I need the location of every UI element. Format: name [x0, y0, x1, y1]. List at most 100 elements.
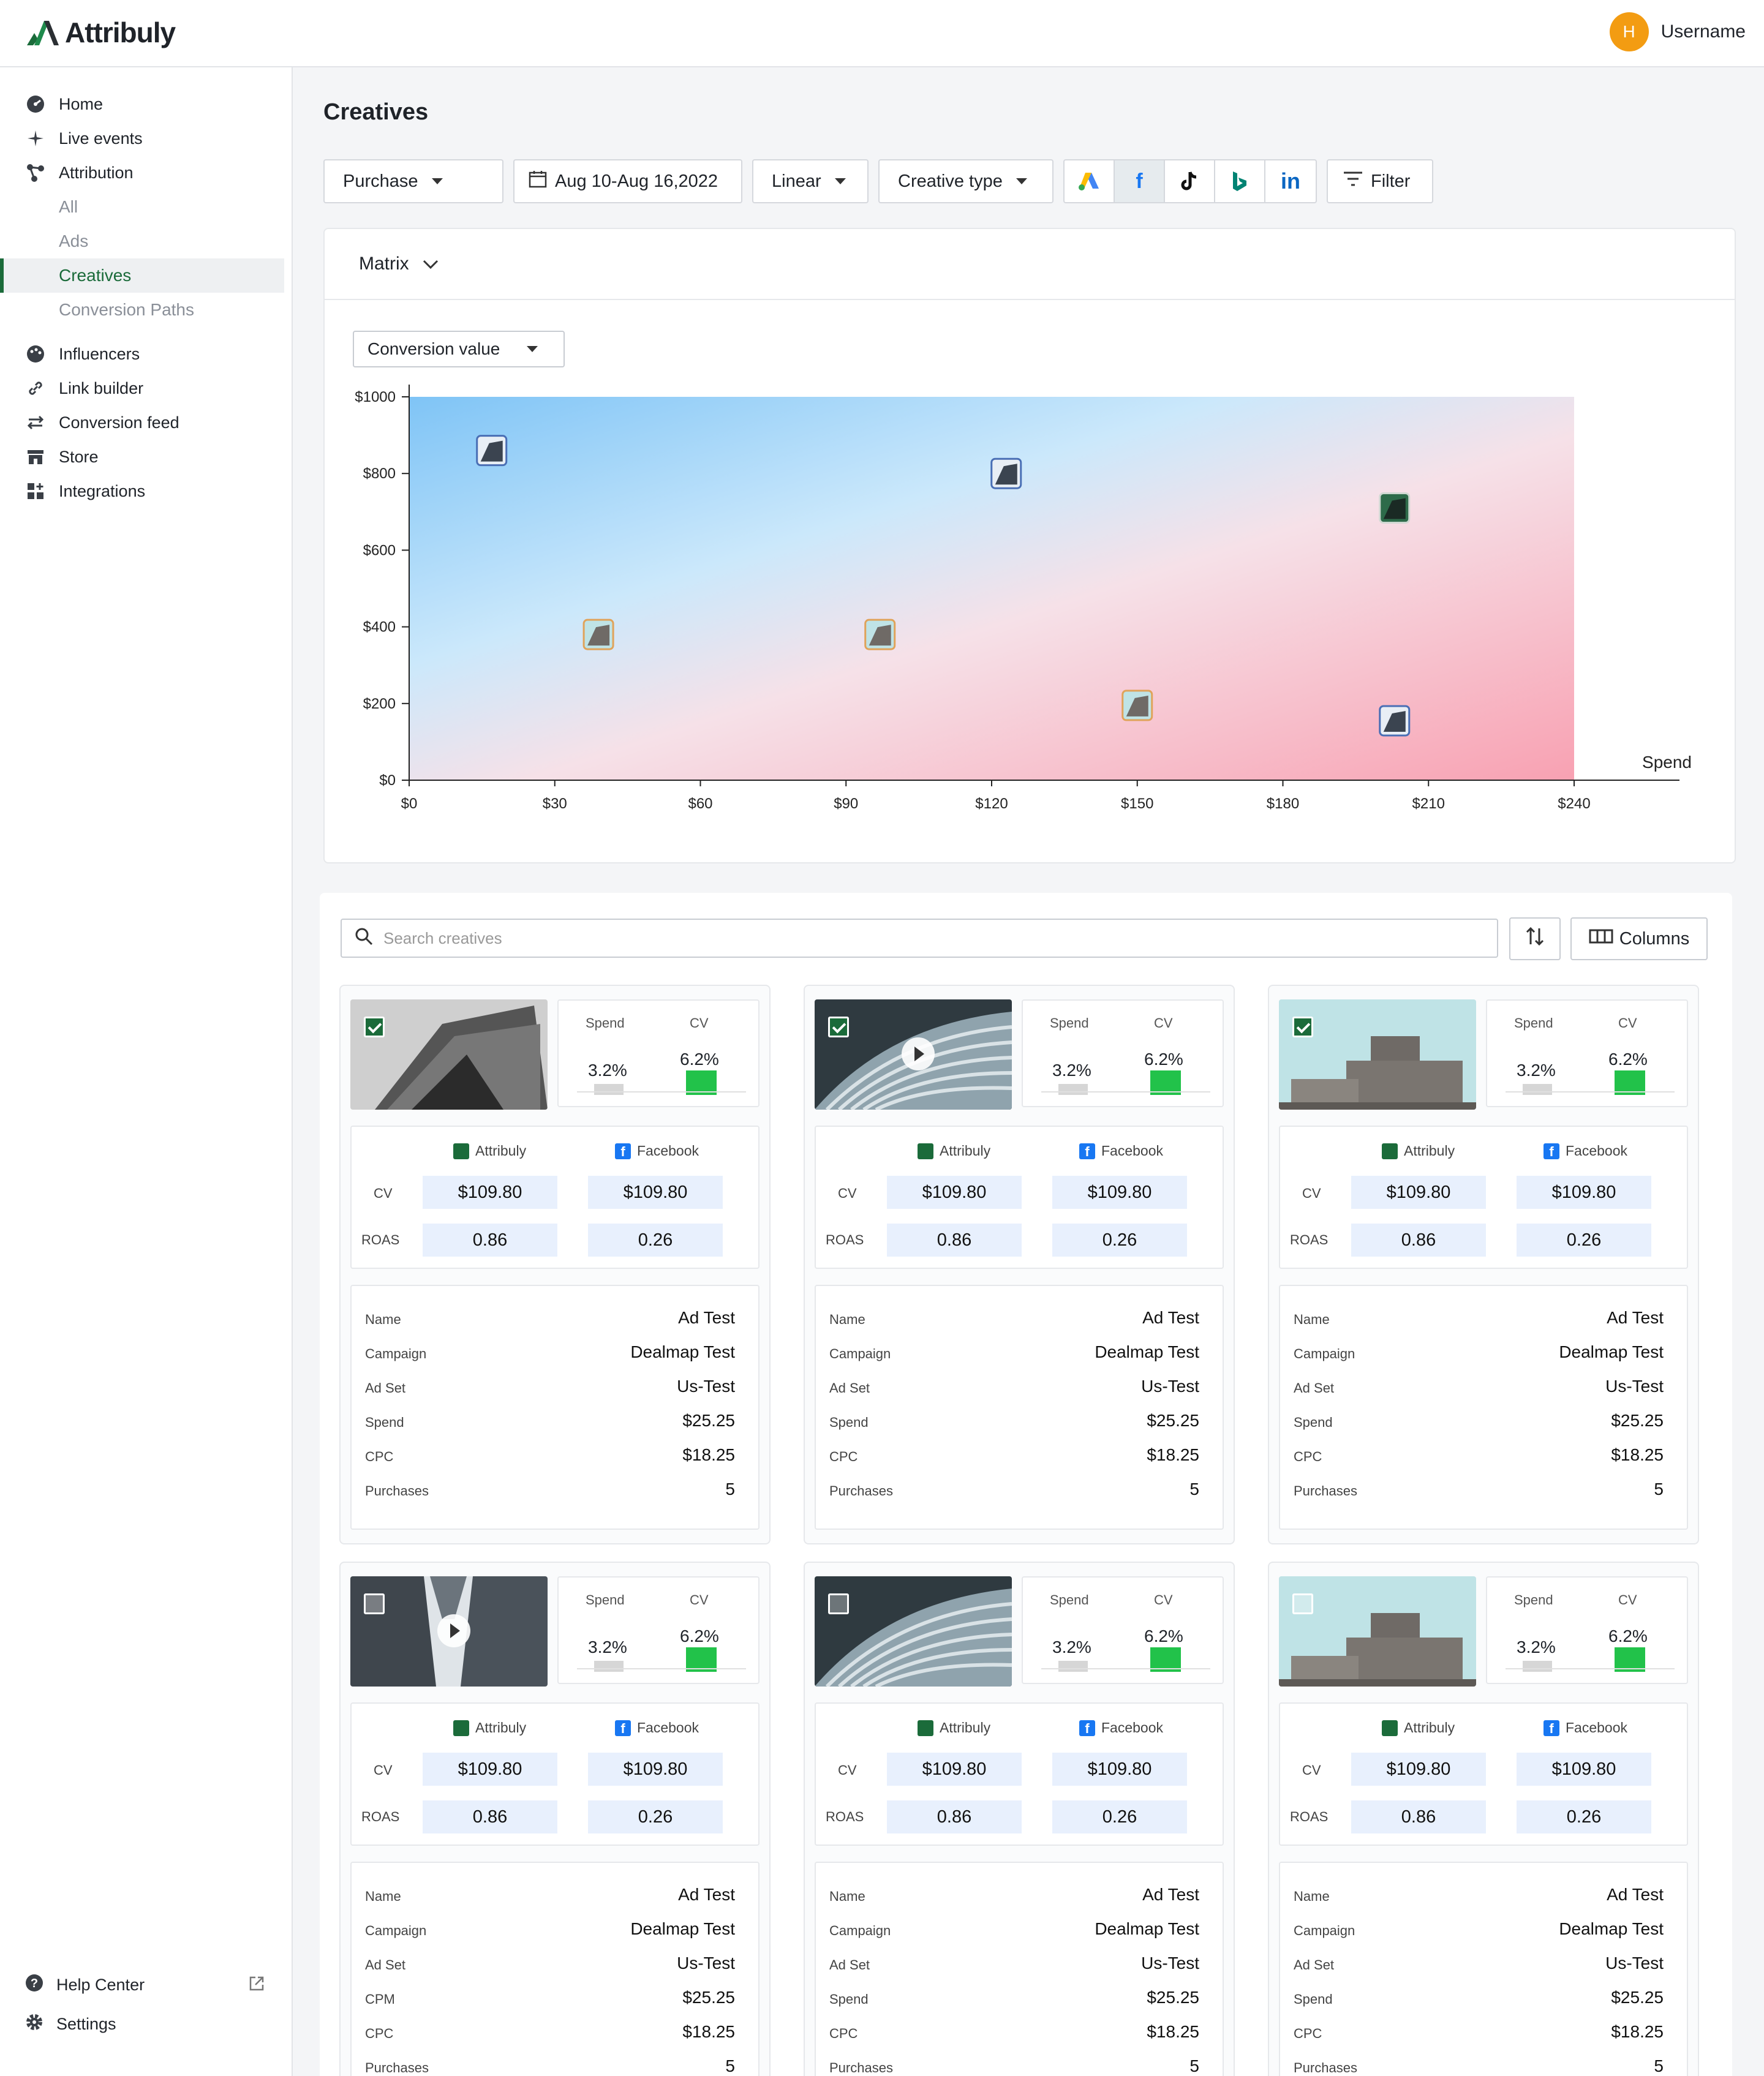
roas-row-label: ROAS — [826, 1809, 864, 1824]
cv-label: CV — [1154, 1592, 1173, 1608]
detail-label: Purchases — [1294, 1483, 1357, 1499]
detail-value: 5 — [725, 1480, 735, 1499]
platform-selector: f in — [1063, 159, 1317, 203]
y-tick-label: $0 — [379, 772, 396, 789]
event-dropdown[interactable]: Purchase — [323, 159, 503, 203]
sidebar-item-home[interactable]: Home — [24, 87, 103, 121]
filter-button[interactable]: Filter — [1327, 159, 1433, 203]
creative-card[interactable]: Spend CV 3.2% 6.2% Attribuly f Facebook CV ROAS $… — [1268, 1562, 1699, 2076]
roas-attribuly-value: 0.86 — [1351, 1224, 1486, 1257]
model-dropdown[interactable]: Linear — [752, 159, 869, 203]
facebook-icon[interactable]: f — [1115, 160, 1165, 202]
username[interactable]: Username — [1661, 21, 1746, 42]
creative-type-dropdown[interactable]: Creative type — [878, 159, 1054, 203]
creative-thumbnail[interactable] — [350, 999, 548, 1110]
search-placeholder: Search creatives — [383, 928, 502, 947]
bing-icon[interactable] — [1215, 160, 1265, 202]
nav-active-highlight — [0, 258, 284, 293]
roas-attribuly-value: 0.86 — [423, 1224, 557, 1257]
creative-details: Name Ad Test Campaign Dealmap Test Ad Set Us-… — [350, 1285, 760, 1530]
detail-label: Spend — [829, 1415, 869, 1430]
sidebar-item-label: Store — [59, 447, 99, 466]
select-checkbox[interactable] — [1292, 1593, 1313, 1614]
creative-card[interactable]: Spend CV 3.2% 6.2% Attribuly f Facebook CV ROAS $… — [339, 985, 771, 1544]
search-input[interactable]: Search creatives — [341, 919, 1498, 958]
attribution-comparison: Attribuly f Facebook CV ROAS $109.80 $109.80 0.… — [350, 1702, 760, 1846]
sidebar-item-live-events[interactable]: Live events — [24, 121, 143, 156]
creative-thumbnail[interactable] — [350, 1576, 548, 1687]
creative-thumbnail[interactable] — [1279, 999, 1476, 1110]
roas-row-label: ROAS — [361, 1809, 400, 1824]
sidebar-item-conversion-feed[interactable]: Conversion feed — [24, 405, 179, 440]
mini-axis — [577, 1091, 746, 1093]
detail-value: Dealmap Test — [630, 1342, 735, 1361]
help-label: Help Center — [56, 1976, 145, 1994]
creative-card[interactable]: Spend CV 3.2% 6.2% Attribuly f Facebook CV ROAS $… — [339, 1562, 771, 2076]
x-tick-label: $60 — [688, 795, 712, 812]
sort-button[interactable] — [1509, 917, 1561, 960]
select-checkbox[interactable] — [1292, 1017, 1313, 1037]
select-checkbox[interactable] — [364, 1017, 385, 1037]
date-range-picker[interactable]: Aug 10-Aug 16,2022 — [513, 159, 742, 203]
detail-value: Ad Test — [1142, 1885, 1199, 1904]
creative-thumbnail[interactable] — [1279, 1576, 1476, 1687]
google-ads-icon[interactable] — [1065, 160, 1115, 202]
mini-bar-chart: Spend CV 3.2% 6.2% — [557, 999, 760, 1107]
sidebar-sub-conversion-paths[interactable]: Conversion Paths — [59, 293, 194, 327]
sidebar-item-influencers[interactable]: Influencers — [24, 337, 140, 371]
creative-card[interactable]: Spend CV 3.2% 6.2% Attribuly f Facebook CV ROAS $… — [804, 985, 1235, 1544]
sidebar-sub-ads[interactable]: Ads — [59, 224, 88, 258]
mini-bar-chart: Spend CV 3.2% 6.2% — [557, 1576, 760, 1684]
avatar[interactable]: H — [1609, 12, 1649, 51]
select-checkbox[interactable] — [828, 1593, 849, 1614]
detail-label: Ad Set — [829, 1380, 870, 1396]
tiktok-icon[interactable] — [1165, 160, 1215, 202]
creative-thumbnail[interactable] — [815, 999, 1012, 1110]
creative-thumbnail[interactable] — [815, 1576, 1012, 1687]
detail-label: Name — [365, 1312, 401, 1327]
roas-attribuly-value: 0.86 — [423, 1800, 557, 1833]
sidebar-item-help-center[interactable]: ? Help Center — [24, 1973, 270, 1997]
sidebar-item-settings[interactable]: Settings — [24, 2012, 116, 2036]
cv-row-label: CV — [374, 1186, 393, 1201]
matrix-header[interactable]: Matrix — [325, 229, 1735, 300]
sidebar-sub-creatives[interactable]: Creatives — [59, 258, 131, 293]
spend-bar — [1523, 1084, 1552, 1095]
sidebar-item-attribution[interactable]: Attribution — [24, 156, 134, 190]
linkedin-icon[interactable]: in — [1265, 160, 1316, 202]
facebook-icon: f — [1079, 1143, 1095, 1159]
swap-icon — [24, 412, 47, 434]
spend-value: 3.2% — [1517, 1061, 1556, 1080]
dashboard-icon — [24, 93, 47, 115]
facebook-header: f Facebook — [1079, 1720, 1163, 1736]
attribuly-icon — [453, 1143, 469, 1159]
columns-label: Columns — [1619, 928, 1690, 949]
facebook-header: f Facebook — [1544, 1143, 1627, 1159]
sidebar-sub-all[interactable]: All — [59, 190, 78, 224]
detail-value: Ad Test — [1607, 1885, 1664, 1904]
cv-row-label: CV — [1302, 1762, 1321, 1778]
columns-button[interactable]: Columns — [1570, 917, 1708, 960]
creative-details: Name Ad Test Campaign Dealmap Test Ad Set Us-… — [815, 1862, 1224, 2076]
cv-row-label: CV — [374, 1762, 393, 1778]
logo[interactable]: Attribuly — [26, 16, 176, 49]
facebook-icon: f — [615, 1720, 631, 1736]
play-icon[interactable] — [902, 1037, 935, 1070]
select-checkbox[interactable] — [364, 1593, 385, 1614]
detail-value: 5 — [1189, 2056, 1199, 2075]
matrix-panel: Matrix Conversion value $0 $30 $60 $90 $120 $… — [323, 228, 1736, 863]
sidebar-item-link-builder[interactable]: Link builder — [24, 371, 143, 405]
user-menu[interactable]: H Username — [1609, 12, 1746, 51]
detail-label: Campaign — [1294, 1923, 1355, 1938]
sidebar-item-store[interactable]: Store — [24, 440, 99, 474]
detail-value: Us-Test — [1141, 1377, 1199, 1396]
cv-facebook-value: $109.80 — [1517, 1176, 1651, 1209]
creative-card[interactable]: Spend CV 3.2% 6.2% Attribuly f Facebook CV ROAS $… — [804, 1562, 1235, 2076]
detail-value: Dealmap Test — [1095, 1342, 1199, 1361]
sidebar-item-integrations[interactable]: Integrations — [24, 474, 145, 508]
select-checkbox[interactable] — [828, 1017, 849, 1037]
creative-card[interactable]: Spend CV 3.2% 6.2% Attribuly f Facebook CV ROAS $… — [1268, 985, 1699, 1544]
attribution-comparison: Attribuly f Facebook CV ROAS $109.80 $109.80 0.… — [1279, 1702, 1688, 1846]
attribuly-header: Attribuly — [453, 1720, 526, 1736]
play-icon[interactable] — [437, 1614, 470, 1647]
